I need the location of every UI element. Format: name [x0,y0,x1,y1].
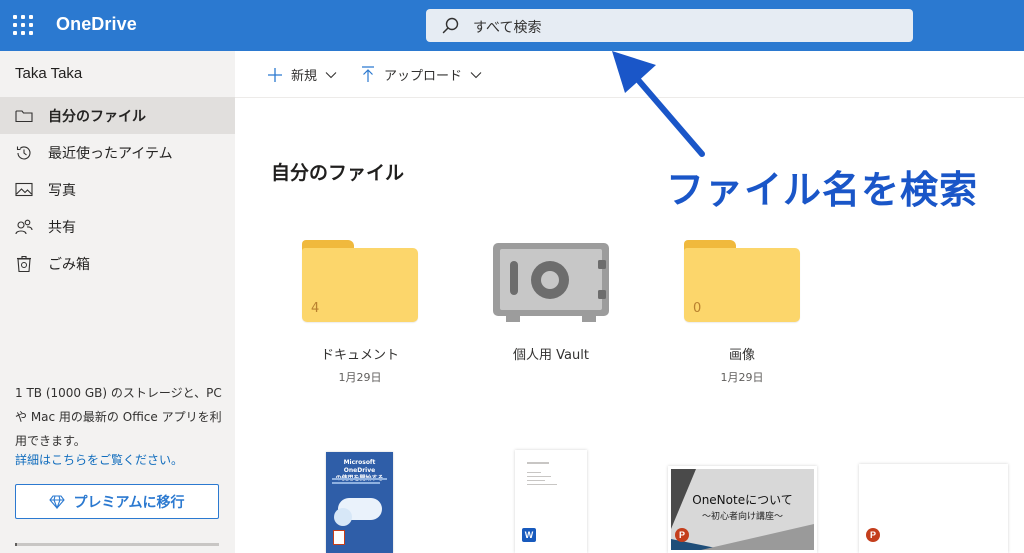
sidebar-item-label: 共有 [48,219,76,236]
vault-tile[interactable]: 個人用 Vault [481,240,621,363]
item-date: 1月29日 [338,371,382,384]
storage-meter-fill [15,543,18,546]
top-bar: OneDrive すべて検索 [0,0,1024,51]
people-icon [14,217,34,237]
chevron-down-icon [470,71,482,78]
sidebar-item-recycle-bin[interactable]: ごみ箱 [0,245,235,282]
go-premium-button[interactable]: プレミアムに移行 [15,484,219,519]
powerpoint-app-icon: P [675,528,689,542]
app-launcher-icon[interactable] [13,15,33,35]
file-thumbnail-powerpoint[interactable]: P [859,464,1008,553]
vault-icon [492,240,610,324]
user-name[interactable]: Taka Taka [15,65,82,82]
file-thumbnail-onedrive-guide[interactable]: Microsoft OneDrive の使用を開始する [326,452,393,553]
details-link[interactable]: 詳細はこちらをご覧ください。 [15,451,183,468]
history-icon [14,143,34,163]
sidebar-item-label: 最近使ったアイテム [48,145,173,162]
new-button[interactable]: 新規 [267,65,337,84]
sidebar: Taka Taka 自分のファイル 最近使ったアイテム 写真 共有 ごみ箱 1 … [0,51,235,553]
item-name: 個人用 Vault [513,348,589,363]
search-input[interactable]: すべて検索 [473,17,541,37]
item-name: 画像 [728,348,755,363]
word-app-icon: W [522,528,536,542]
folder-icon [14,106,34,126]
app-title[interactable]: OneDrive [56,14,137,35]
page-title: 自分のファイル [271,162,405,184]
new-button-label: 新規 [291,69,318,84]
pdf-icon [333,530,345,545]
folder-icon: 0 [684,240,800,324]
diamond-icon [49,494,66,509]
sidebar-item-photos[interactable]: 写真 [0,171,235,208]
storage-meter [15,543,219,546]
search-box[interactable]: すべて検索 [426,9,913,42]
plus-icon [268,67,282,82]
photo-icon [14,180,34,200]
sidebar-nav: 自分のファイル 最近使ったアイテム 写真 共有 ごみ箱 [0,97,235,282]
premium-button-label: プレミアムに移行 [73,494,185,511]
sidebar-item-shared[interactable]: 共有 [0,208,235,245]
sidebar-item-label: 写真 [48,182,76,199]
upload-button[interactable]: アップロード [361,65,482,84]
sidebar-item-my-files[interactable]: 自分のファイル [0,97,235,134]
chevron-down-icon [325,71,337,78]
slide-subtitle: 〜初心者向け講座〜 [701,512,783,522]
folder-tile-pictures[interactable]: 0 画像 1月29日 [672,240,812,385]
sidebar-item-label: 自分のファイル [48,108,146,125]
file-thumbnail-onenote-slides[interactable]: OneNoteについて 〜初心者向け講座〜 P [668,466,817,553]
storage-upsell-text: 1 TB (1000 GB) のストレージと、PC や Mac 用の最新の Of… [15,386,222,448]
upload-button-label: アップロード [384,69,463,84]
item-name: ドキュメント [320,348,399,363]
recycle-bin-icon [14,254,34,274]
powerpoint-app-icon: P [866,528,880,542]
item-count: 0 [693,301,702,316]
annotation-text: ファイル名を検索 [666,168,979,212]
file-thumbnail-word-document[interactable]: W [515,450,587,553]
annotation-arrow [612,51,705,157]
folder-tile-documents[interactable]: 4 ドキュメント 1月29日 [290,240,430,385]
sidebar-item-recent[interactable]: 最近使ったアイテム [0,134,235,171]
folder-icon: 4 [302,240,418,324]
item-date: 1月29日 [720,371,764,384]
item-count: 4 [311,301,320,316]
thumbnail-title-line1: Microsoft OneDrive [343,459,376,474]
slide-title: OneNoteについて [692,493,793,507]
search-icon [442,17,459,34]
upload-icon [362,66,374,82]
sidebar-item-label: ごみ箱 [48,256,90,273]
